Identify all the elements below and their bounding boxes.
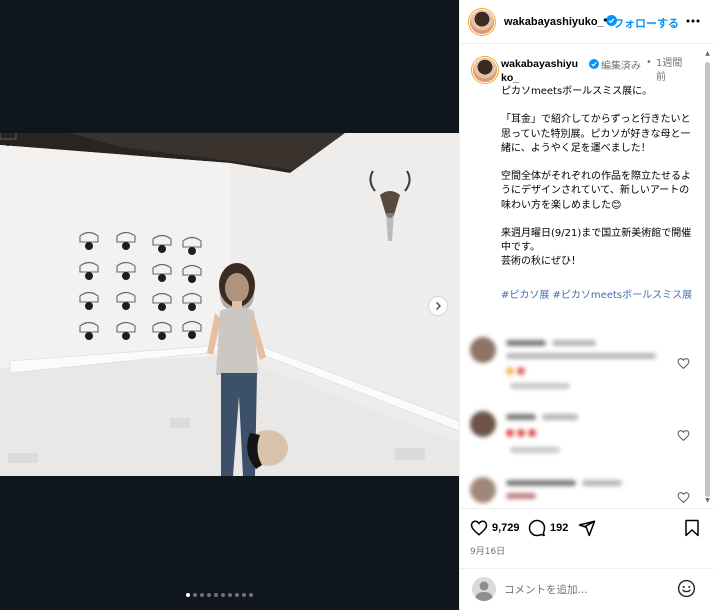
more-options-icon[interactable] bbox=[685, 13, 701, 29]
post-date[interactable]: 9月16日 bbox=[470, 544, 505, 557]
carousel-indicator bbox=[186, 593, 253, 597]
gallery-photo-illustration bbox=[0, 133, 459, 476]
caption-author-link[interactable]: wakabayashiyuko_ bbox=[501, 57, 583, 85]
carousel-dot bbox=[186, 593, 190, 597]
comment-like-icon[interactable] bbox=[677, 357, 690, 370]
author-username-link[interactable]: wakabayashiyuko_ bbox=[504, 15, 617, 28]
author-avatar[interactable] bbox=[470, 10, 494, 34]
scroll-up-arrow-icon[interactable]: ▲ bbox=[704, 50, 711, 58]
add-comment-bar bbox=[460, 568, 714, 610]
carousel-dot bbox=[242, 593, 246, 597]
smiley-icon[interactable] bbox=[677, 579, 696, 598]
media-pane bbox=[0, 0, 459, 610]
comments-scrollbar[interactable]: ▲ ▼ bbox=[704, 50, 711, 505]
carousel-dot bbox=[249, 593, 253, 597]
heart-icon[interactable] bbox=[470, 519, 488, 537]
post-time-ago[interactable]: 1週間前 bbox=[656, 57, 686, 85]
header-separator: • bbox=[602, 14, 609, 27]
comments-scroll-area[interactable]: wakabayashiyuko_ 編集済み • 1週間前 ピカソmeetsボール… bbox=[460, 45, 714, 508]
post-info-pane: wakabayashiyuko_ • フォローする wakabayashiyuk… bbox=[459, 0, 714, 610]
author-username: wakabayashiyuko_ bbox=[504, 16, 604, 28]
post-photo[interactable] bbox=[0, 133, 459, 476]
verified-badge-icon bbox=[589, 59, 599, 69]
carousel-next-button[interactable] bbox=[428, 296, 448, 316]
caption-author-avatar[interactable] bbox=[473, 58, 497, 82]
carousel-dot bbox=[228, 593, 232, 597]
carousel-dot bbox=[207, 593, 211, 597]
caption-username: wakabayashiyuko_ bbox=[501, 58, 579, 84]
chevron-right-icon bbox=[436, 302, 441, 310]
post-actions-bar: 9,729 192 9月16日 bbox=[460, 508, 714, 568]
carousel-dot bbox=[214, 593, 218, 597]
comment-input[interactable] bbox=[504, 581, 664, 599]
scroll-down-arrow-icon[interactable]: ▼ bbox=[704, 497, 711, 505]
carousel-dot bbox=[221, 593, 225, 597]
comment-like-icon[interactable] bbox=[677, 491, 690, 504]
like-count[interactable]: 9,729 bbox=[492, 522, 520, 534]
edited-label: 編集済み bbox=[601, 61, 641, 72]
follow-button[interactable]: フォローする bbox=[613, 15, 679, 31]
current-user-avatar bbox=[472, 577, 496, 601]
default-user-icon bbox=[475, 581, 493, 601]
paper-plane-icon[interactable] bbox=[578, 519, 596, 537]
comment-bubble-icon[interactable] bbox=[528, 519, 546, 537]
scrollbar-thumb[interactable] bbox=[705, 62, 710, 497]
comment-count[interactable]: 192 bbox=[550, 522, 568, 534]
comment-item bbox=[470, 411, 700, 467]
bookmark-icon[interactable] bbox=[683, 519, 701, 537]
time-separator: • bbox=[646, 57, 652, 68]
post-header: wakabayashiyuko_ • フォローする bbox=[460, 0, 714, 44]
carousel-dot bbox=[193, 593, 197, 597]
comment-item bbox=[470, 477, 700, 508]
carousel-dot bbox=[235, 593, 239, 597]
post-hashtags[interactable]: #ピカソ展 #ピカソmeetsボールスミス展 bbox=[501, 289, 696, 303]
carousel-dot bbox=[200, 593, 204, 597]
comment-like-icon[interactable] bbox=[677, 429, 690, 442]
comment-item bbox=[470, 337, 700, 393]
post-caption: ピカソmeetsボールスミス展に。 「耳金」で紹介してからずっと行きたいと思って… bbox=[501, 86, 692, 268]
